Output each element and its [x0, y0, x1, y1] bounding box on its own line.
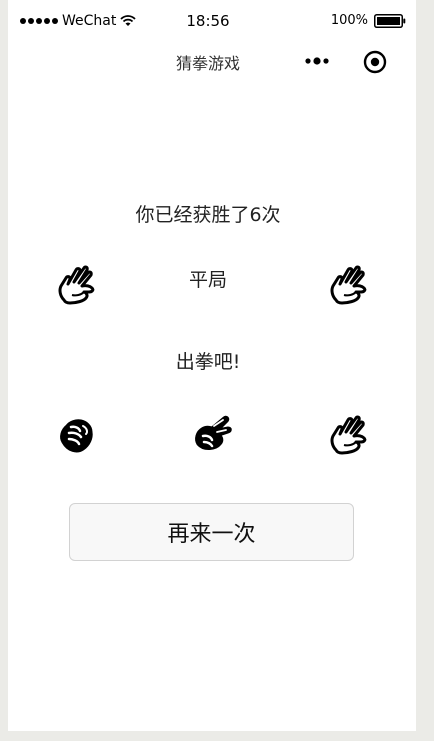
rock-hand-icon[interactable]: [54, 412, 98, 456]
win-count-text: 你已经获胜了6次: [135, 204, 281, 226]
target-icon[interactable]: [363, 50, 387, 74]
phone-screen: WeChat 18:56 100% 猜拳游戏 你已经获胜了6次 平局 出拳吧! …: [8, 0, 416, 731]
win-count-wrap: 你已经获胜了6次: [8, 200, 416, 227]
prompt-text: 出拳吧!: [175, 351, 241, 373]
prompt-wrap: 出拳吧!: [8, 347, 416, 374]
battery-percent: 100%: [330, 13, 368, 28]
status-time: 18:56: [186, 12, 230, 30]
page-title: 猜拳游戏: [175, 54, 240, 73]
battery-group: 100%: [331, 13, 406, 28]
retry-button[interactable]: 再来一次: [69, 503, 354, 561]
paper-hand-icon[interactable]: [326, 412, 370, 456]
page-title-wrap: 猜拳游戏: [8, 50, 416, 74]
status-bar: WeChat 18:56 100%: [8, 0, 416, 40]
result-text: 平局: [188, 269, 227, 291]
scissors-hand-icon[interactable]: [190, 412, 234, 456]
computer-paper-hand-icon: [330, 265, 367, 305]
battery-icon: [374, 13, 406, 28]
more-icon[interactable]: [304, 55, 334, 67]
